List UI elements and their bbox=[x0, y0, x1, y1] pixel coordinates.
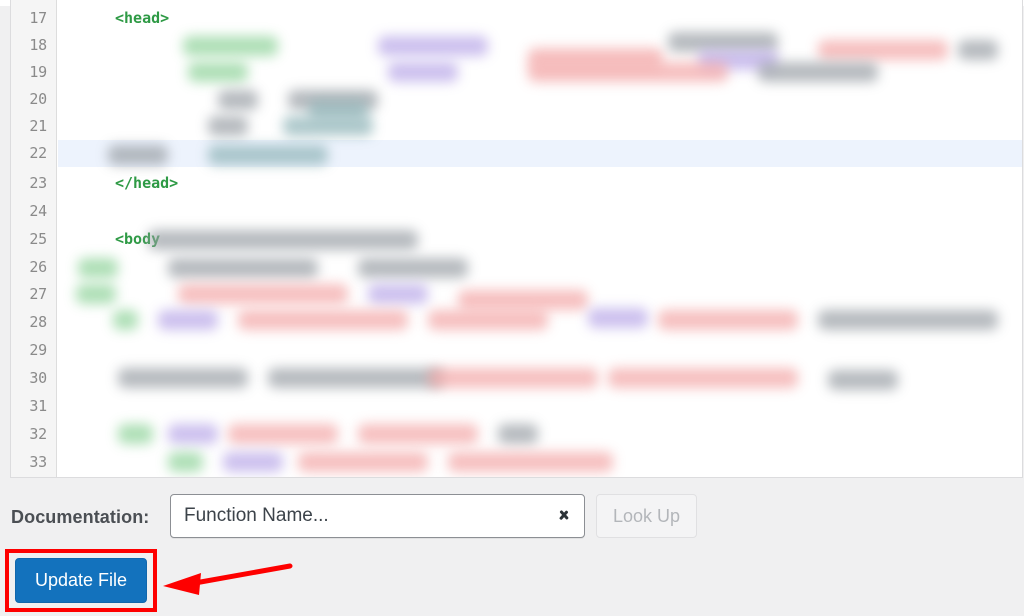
chevron-down-icon bbox=[557, 510, 570, 523]
editor-row[interactable]: 23 </head> bbox=[29, 170, 1022, 197]
line-number: 29 bbox=[29, 341, 47, 359]
documentation-row: Documentation: Function Name... Look Up bbox=[0, 492, 1024, 542]
code-text: </head> bbox=[115, 174, 179, 192]
line-number: 17 bbox=[29, 9, 47, 27]
line-number: 21 bbox=[29, 117, 47, 135]
documentation-select[interactable]: Function Name... bbox=[170, 494, 585, 538]
editor-row-active[interactable]: 22 bbox=[29, 140, 1022, 167]
line-number: 26 bbox=[29, 258, 47, 276]
editor-row[interactable]: 24 bbox=[29, 198, 1022, 225]
line-number: 27 bbox=[29, 285, 47, 303]
editor-row[interactable]: 21 bbox=[29, 113, 1022, 140]
annotation-arrow-icon bbox=[163, 563, 293, 595]
line-number: 20 bbox=[29, 90, 47, 108]
line-number: 24 bbox=[29, 202, 47, 220]
line-number: 25 bbox=[29, 230, 47, 248]
update-file-button[interactable]: Update File bbox=[15, 558, 147, 603]
editor-row[interactable]: 29 bbox=[29, 337, 1022, 364]
code-text: <head> bbox=[115, 9, 170, 27]
line-number: 31 bbox=[29, 397, 47, 415]
look-up-button[interactable]: Look Up bbox=[596, 494, 697, 538]
line-number: 32 bbox=[29, 425, 47, 443]
line-number: 23 bbox=[29, 174, 47, 192]
line-number: 33 bbox=[29, 453, 47, 471]
editor-row[interactable]: 20 bbox=[29, 86, 1022, 113]
line-number: 28 bbox=[29, 313, 47, 331]
line-number: 30 bbox=[29, 369, 47, 387]
documentation-select-value: Function Name... bbox=[184, 505, 329, 526]
editor-row[interactable]: 17 <head> bbox=[29, 5, 1022, 32]
line-number: 22 bbox=[29, 144, 47, 162]
code-content-area[interactable]: 17 <head> 18 19 20 21 22 23 </head> 24 2… bbox=[29, 0, 1022, 477]
theme-file-editor-screen: 17 <head> 18 19 20 21 22 23 </head> 24 2… bbox=[0, 0, 1024, 616]
documentation-label: Documentation: bbox=[11, 507, 150, 527]
editor-row[interactable]: 31 bbox=[29, 393, 1022, 420]
line-number: 19 bbox=[29, 63, 47, 81]
line-number: 18 bbox=[29, 36, 47, 54]
code-editor-panel[interactable]: 17 <head> 18 19 20 21 22 23 </head> 24 2… bbox=[10, 0, 1023, 478]
